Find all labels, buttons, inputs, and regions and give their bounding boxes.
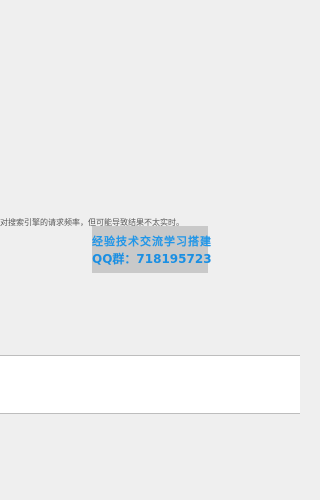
blank-content-panel: [0, 355, 300, 414]
watermark-title: 经验技术交流学习搭建: [92, 235, 212, 248]
watermark-overlay: 经验技术交流学习搭建 QQ群：718195723: [92, 226, 212, 273]
watermark-qq-group: QQ群：718195723: [92, 252, 212, 266]
